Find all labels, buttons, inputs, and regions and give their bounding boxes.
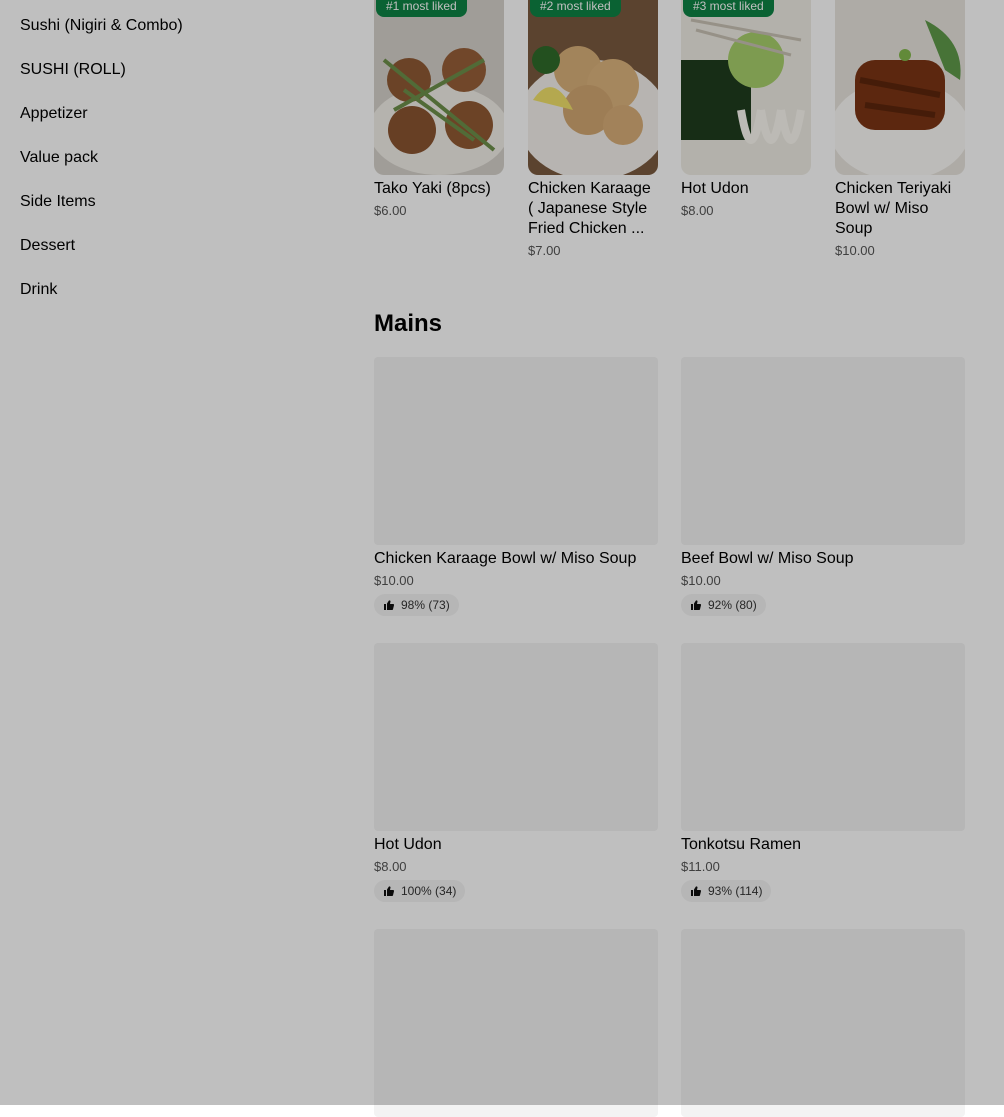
food-image-placeholder xyxy=(681,929,965,1117)
food-image: #1 most liked xyxy=(374,0,504,175)
food-image-placeholder xyxy=(681,643,965,831)
thumbs-up-icon xyxy=(691,600,702,611)
food-image: #3 most liked xyxy=(681,0,811,175)
rating-text: 98% (73) xyxy=(401,598,450,612)
menu-item-hot-udon[interactable]: Hot Udon $8.00 100% (34) xyxy=(374,643,658,902)
rating-badge: 98% (73) xyxy=(374,594,459,616)
rating-text: 100% (34) xyxy=(401,884,457,898)
item-price: $7.00 xyxy=(528,243,561,258)
sidebar-item-drink[interactable]: Drink xyxy=(20,280,320,300)
featured-item-chicken-karaage[interactable]: #2 most liked Chicken Karaage ( Japanese… xyxy=(528,0,658,258)
featured-item-tako-yaki[interactable]: #1 most liked Tako Yaki (8pcs) $6.00 xyxy=(374,0,504,218)
sidebar-item-sushi-nigiri[interactable]: Sushi (Nigiri & Combo) xyxy=(20,16,320,36)
food-image-placeholder xyxy=(374,643,658,831)
item-price: $10.00 xyxy=(681,573,721,588)
item-name: Beef Bowl w/ Miso Soup xyxy=(681,550,854,567)
rating-text: 92% (80) xyxy=(708,598,757,612)
most-liked-badge: #1 most liked xyxy=(376,0,467,17)
item-price: $11.00 xyxy=(681,859,720,874)
item-price: $8.00 xyxy=(374,859,407,874)
item-name: Hot Udon xyxy=(681,180,749,197)
item-price: $10.00 xyxy=(374,573,414,588)
item-price: $6.00 xyxy=(374,203,407,218)
thumbs-up-icon xyxy=(691,886,702,897)
rating-badge: 93% (114) xyxy=(681,880,772,902)
rating-text: 93% (114) xyxy=(708,884,763,898)
sidebar-item-value-pack[interactable]: Value pack xyxy=(20,148,320,168)
item-price: $8.00 xyxy=(681,203,714,218)
food-image-placeholder xyxy=(374,929,658,1117)
rating-badge: 100% (34) xyxy=(374,880,466,902)
menu-item-tonkotsu-ramen[interactable]: Tonkotsu Ramen $11.00 93% (114) xyxy=(681,643,965,902)
sidebar-item-side-items[interactable]: Side Items xyxy=(20,192,320,212)
menu-item-card[interactable] xyxy=(681,929,965,1117)
item-name: Chicken Karaage ( Japanese Style Fried C… xyxy=(528,180,651,237)
food-image: #2 most liked xyxy=(528,0,658,175)
menu-item-chicken-karaage-bowl[interactable]: Chicken Karaage Bowl w/ Miso Soup $10.00… xyxy=(374,357,658,616)
section-title-mains: Mains xyxy=(374,310,443,337)
item-price: $10.00 xyxy=(835,243,875,258)
menu-item-beef-bowl[interactable]: Beef Bowl w/ Miso Soup $10.00 92% (80) xyxy=(681,357,965,616)
item-name: Tako Yaki (8pcs) xyxy=(374,180,491,197)
rating-badge: 92% (80) xyxy=(681,594,766,616)
menu-item-card[interactable] xyxy=(374,929,658,1117)
featured-item-hot-udon[interactable]: #3 most liked Hot Udon $8.00 xyxy=(681,0,811,218)
item-name: Tonkotsu Ramen xyxy=(681,836,802,853)
item-name: Chicken Teriyaki Bowl w/ Miso Soup xyxy=(835,180,952,237)
sidebar-item-dessert[interactable]: Dessert xyxy=(20,236,320,256)
item-name: Hot Udon xyxy=(374,836,442,853)
food-image xyxy=(835,0,965,175)
featured-item-chicken-teriyaki[interactable]: Chicken Teriyaki Bowl w/ Miso Soup $10.0… xyxy=(835,0,965,258)
thumbs-up-icon xyxy=(384,600,395,611)
thumbs-up-icon xyxy=(384,886,395,897)
most-liked-badge: #3 most liked xyxy=(683,0,774,17)
sidebar-item-sushi-roll[interactable]: SUSHI (ROLL) xyxy=(20,60,320,80)
food-image-placeholder xyxy=(681,357,965,545)
category-sidebar: Sushi (Nigiri & Combo) SUSHI (ROLL) Appe… xyxy=(20,0,320,324)
food-image-placeholder xyxy=(374,357,658,545)
sidebar-item-appetizer[interactable]: Appetizer xyxy=(20,104,320,124)
most-liked-badge: #2 most liked xyxy=(530,0,621,17)
featured-carousel: #1 most liked Tako Yaki (8pcs) $6.00 #2 … xyxy=(374,0,965,270)
item-name: Chicken Karaage Bowl w/ Miso Soup xyxy=(374,550,637,567)
